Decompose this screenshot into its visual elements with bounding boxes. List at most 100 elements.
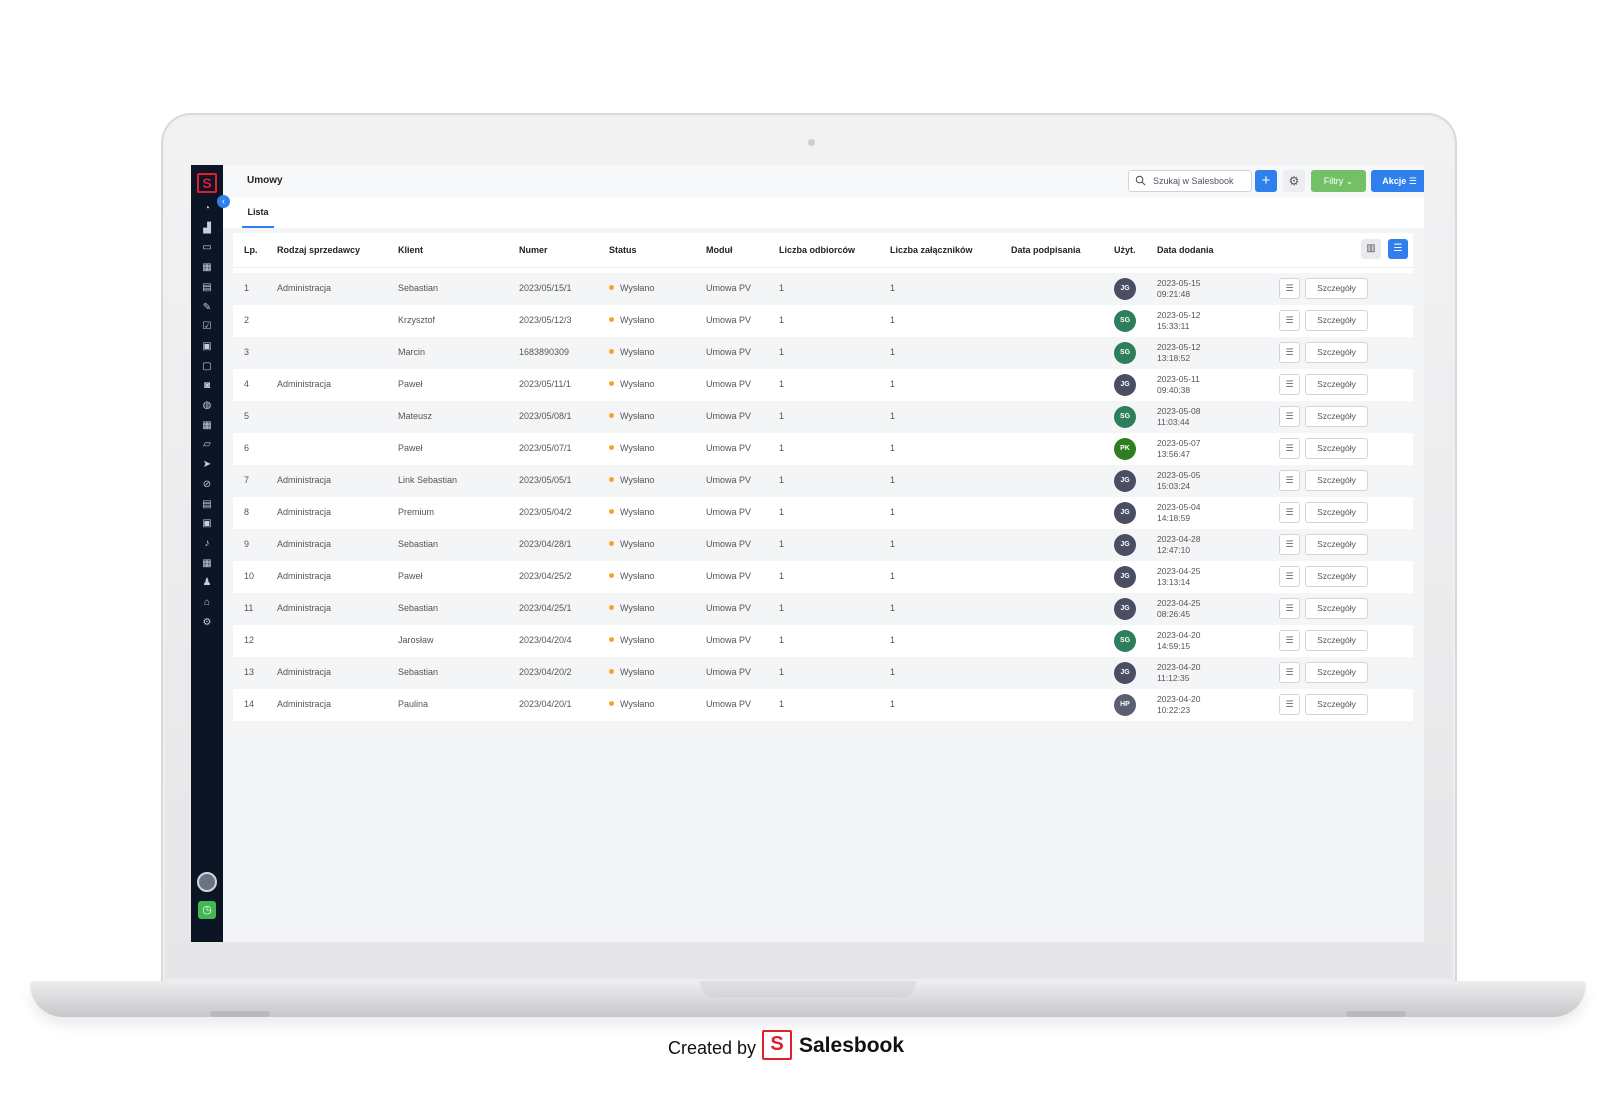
- user-avatar[interactable]: HP: [1114, 694, 1136, 716]
- table-row[interactable]: 13 Administracja Sebastian 2023/04/20/2 Wysł…: [233, 657, 1413, 689]
- folder-icon[interactable]: ▢: [201, 361, 213, 373]
- columns-view-icon[interactable]: ▥: [1361, 239, 1381, 259]
- row-menu-icon[interactable]: ☰: [1279, 342, 1300, 363]
- search-input[interactable]: [1153, 173, 1249, 189]
- table-row[interactable]: 4 Administracja Paweł 2023/05/11/1 Wysłano Um…: [233, 369, 1413, 401]
- details-button[interactable]: Szczegóły: [1305, 534, 1368, 555]
- user-avatar[interactable]: JG: [1114, 534, 1136, 556]
- user-avatar[interactable]: JG: [1114, 502, 1136, 524]
- row-menu-icon[interactable]: ☰: [1279, 278, 1300, 299]
- user-avatar[interactable]: JG: [1114, 566, 1136, 588]
- salesbook-logo[interactable]: S: [197, 173, 217, 193]
- col-module[interactable]: Moduł: [706, 245, 733, 255]
- search-box[interactable]: [1128, 170, 1252, 192]
- table-row[interactable]: 3 Marcin 1683890309 Wysłano Umowa PV 1 1 SG 2023…: [233, 337, 1413, 369]
- table-row[interactable]: 6 Paweł 2023/05/07/1 Wysłano Umowa PV 1 1 PK 202…: [233, 433, 1413, 465]
- user-avatar[interactable]: JG: [1114, 662, 1136, 684]
- user-avatar[interactable]: SG: [1114, 342, 1136, 364]
- row-menu-icon[interactable]: ☰: [1279, 630, 1300, 651]
- send-icon[interactable]: ➤: [201, 459, 213, 471]
- col-lp[interactable]: Lp.: [244, 245, 258, 255]
- details-button[interactable]: Szczegóły: [1305, 310, 1368, 331]
- user-avatar[interactable]: SG: [1114, 406, 1136, 428]
- details-button[interactable]: Szczegóły: [1305, 342, 1368, 363]
- notes-icon[interactable]: ✎: [201, 302, 213, 314]
- details-button[interactable]: Szczegóły: [1305, 438, 1368, 459]
- row-menu-icon[interactable]: ☰: [1279, 406, 1300, 427]
- details-button[interactable]: Szczegóły: [1305, 374, 1368, 395]
- details-button[interactable]: Szczegóły: [1305, 630, 1368, 651]
- col-signed-date[interactable]: Data podpisania: [1011, 245, 1081, 255]
- gallery-icon[interactable]: ◙: [201, 380, 213, 392]
- row-menu-icon[interactable]: ☰: [1279, 662, 1300, 683]
- user-avatar[interactable]: JG: [1114, 278, 1136, 300]
- details-button[interactable]: Szczegóły: [1305, 278, 1368, 299]
- globe-icon[interactable]: ◍: [201, 400, 213, 412]
- filters-button[interactable]: Filtry ⌄: [1311, 170, 1366, 192]
- timer-icon[interactable]: ◷: [198, 901, 216, 919]
- user-avatar[interactable]: JG: [1114, 598, 1136, 620]
- box-icon[interactable]: ▣: [201, 518, 213, 530]
- table-row[interactable]: 2 Krzysztof 2023/05/12/3 Wysłano Umowa PV 1 1 S…: [233, 305, 1413, 337]
- report-icon[interactable]: ▤: [201, 282, 213, 294]
- details-button[interactable]: Szczegóły: [1305, 470, 1368, 491]
- table-row[interactable]: 9 Administracja Sebastian 2023/04/28/1 Wysła…: [233, 529, 1413, 561]
- solar-panel-icon[interactable]: ▦: [201, 420, 213, 432]
- col-attachments[interactable]: Liczba załączników: [890, 245, 973, 255]
- link-icon[interactable]: ⊘: [201, 479, 213, 491]
- inbox-icon[interactable]: ▱: [201, 439, 213, 451]
- actions-button[interactable]: Akcje ☰: [1371, 170, 1424, 192]
- collapse-sidebar-icon[interactable]: ‹: [217, 195, 230, 208]
- user-avatar[interactable]: PK: [1114, 438, 1136, 460]
- table-row[interactable]: 11 Administracja Sebastian 2023/04/25/1 Wysł…: [233, 593, 1413, 625]
- details-button[interactable]: Szczegóły: [1305, 566, 1368, 587]
- row-menu-icon[interactable]: ☰: [1279, 470, 1300, 491]
- table-row[interactable]: 1 Administracja Sebastian 2023/05/15/1 Wysła…: [233, 273, 1413, 305]
- user-avatar[interactable]: JG: [1114, 470, 1136, 492]
- user-avatar[interactable]: SG: [1114, 310, 1136, 332]
- row-menu-icon[interactable]: ☰: [1279, 598, 1300, 619]
- list-view-icon[interactable]: ☰: [1388, 239, 1408, 259]
- row-menu-icon[interactable]: ☰: [1279, 534, 1300, 555]
- col-status[interactable]: Status: [609, 245, 637, 255]
- gear-icon[interactable]: ⚙: [201, 617, 213, 629]
- add-button[interactable]: +: [1255, 170, 1277, 192]
- details-button[interactable]: Szczegóły: [1305, 598, 1368, 619]
- col-user[interactable]: Użyt.: [1114, 245, 1136, 255]
- table-row[interactable]: 7 Administracja Link Sebastian 2023/05/05/1…: [233, 465, 1413, 497]
- row-menu-icon[interactable]: ☰: [1279, 502, 1300, 523]
- row-menu-icon[interactable]: ☰: [1279, 438, 1300, 459]
- dashboard-icon[interactable]: ◔: [201, 203, 213, 215]
- user-avatar[interactable]: SG: [1114, 630, 1136, 652]
- row-menu-icon[interactable]: ☰: [1279, 566, 1300, 587]
- table-row[interactable]: 12 Jarosław 2023/04/20/4 Wysłano Umowa PV 1 1 S…: [233, 625, 1413, 657]
- bell-icon[interactable]: ♪: [201, 538, 213, 550]
- table-row[interactable]: 5 Mateusz 2023/05/08/1 Wysłano Umowa PV 1 1 SG 2…: [233, 401, 1413, 433]
- tab-lista[interactable]: Lista: [242, 197, 274, 228]
- building-icon[interactable]: ▦: [201, 262, 213, 274]
- row-menu-icon[interactable]: ☰: [1279, 694, 1300, 715]
- row-menu-icon[interactable]: ☰: [1279, 310, 1300, 331]
- chart-icon[interactable]: ▟: [201, 223, 213, 235]
- user-avatar[interactable]: JG: [1114, 374, 1136, 396]
- calculator-icon[interactable]: ▦: [201, 558, 213, 570]
- details-button[interactable]: Szczegóły: [1305, 662, 1368, 683]
- mail-icon[interactable]: ▤: [201, 499, 213, 511]
- settings-gear-button[interactable]: ⚙: [1283, 170, 1305, 192]
- table-row[interactable]: 14 Administracja Paulina 2023/04/20/1 Wysłan…: [233, 689, 1413, 721]
- table-row[interactable]: 10 Administracja Paweł 2023/04/25/2 Wysłano U…: [233, 561, 1413, 593]
- col-number[interactable]: Numer: [519, 245, 548, 255]
- col-seller-type[interactable]: Rodzaj sprzedawcy: [277, 245, 360, 255]
- details-button[interactable]: Szczegóły: [1305, 406, 1368, 427]
- tasks-icon[interactable]: ☑: [201, 321, 213, 333]
- col-added-date[interactable]: Data dodania: [1157, 245, 1214, 255]
- education-icon[interactable]: ⌂: [201, 597, 213, 609]
- chat-icon[interactable]: ▭: [201, 242, 213, 254]
- user-avatar[interactable]: [197, 872, 217, 892]
- calendar-icon[interactable]: ▣: [201, 341, 213, 353]
- users-icon[interactable]: ♟: [201, 577, 213, 589]
- col-client[interactable]: Klient: [398, 245, 423, 255]
- details-button[interactable]: Szczegóły: [1305, 694, 1368, 715]
- table-row[interactable]: 8 Administracja Premium 2023/05/04/2 Wysłano…: [233, 497, 1413, 529]
- col-recipients[interactable]: Liczba odbiorców: [779, 245, 855, 255]
